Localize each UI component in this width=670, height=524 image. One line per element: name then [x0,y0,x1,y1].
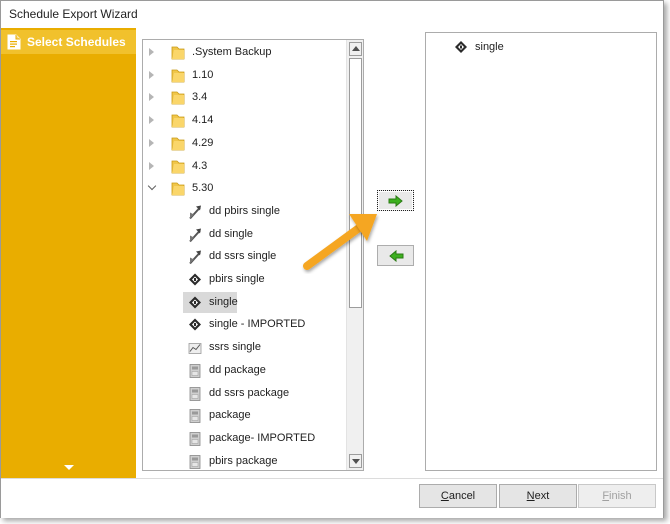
wizard-sidebar: Select Schedules [1,28,136,478]
window-title: Schedule Export Wizard [9,7,138,21]
tree-folder-label: 3.4 [192,91,208,104]
list-item-label: single [475,41,504,53]
collapse-icon[interactable] [147,181,157,191]
data-driven-schedule-icon [189,250,201,265]
folder-icon [171,114,185,128]
tree-schedule-row[interactable]: single - IMPORTED [143,314,343,336]
tree-schedule-label: single - IMPORTED [209,318,306,331]
folder-icon [171,182,185,196]
scroll-up-button[interactable] [349,42,362,56]
tree-folder-row[interactable]: 4.3 [143,156,343,178]
tree-folder-row[interactable]: .System Backup [143,42,343,64]
tree-folder-row[interactable]: 1.10 [143,65,343,87]
tree-schedule-label: pbirs package [209,454,278,467]
tree-schedule-label: package [209,409,251,422]
single-schedule-icon [189,296,201,309]
package-icon [189,363,201,378]
tree-schedule-row[interactable]: single [143,291,343,314]
tree-folder-label: 4.3 [192,159,208,172]
title-bar: Schedule Export Wizard [1,1,663,27]
arrow-left-icon [389,250,404,262]
folder-icon [171,69,185,83]
package-icon [189,409,201,424]
tree-folder-label: 4.29 [192,136,214,149]
package-icon [189,431,201,446]
expand-icon[interactable] [149,70,154,79]
tree-schedule-row[interactable]: dd package [143,360,343,382]
tree-schedule-label: pbirs single [209,273,265,285]
tree-folder-row[interactable]: 5.30 [143,178,343,200]
tree-schedule-label: ssrs single [209,341,261,354]
tree-schedule-row[interactable]: package- IMPORTED [143,428,343,450]
tree-schedule-label: package- IMPORTED [209,431,316,444]
tree-schedule-row[interactable]: dd ssrs package [143,383,343,405]
folder-icon [171,46,185,60]
wizard-window: Schedule Export Wizard Select Schedules … [0,0,664,518]
arrow-right-icon [388,195,403,207]
tree-schedule-label: dd package [209,363,266,376]
tree-folder-row[interactable]: 4.29 [143,133,343,155]
next-button[interactable]: Next [499,484,577,508]
tree-schedule-label: dd ssrs package [209,386,290,399]
package-icon [189,454,201,469]
folder-icon [171,91,185,105]
folder-icon [171,160,185,173]
tree-schedule-label: dd single [209,227,254,240]
data-driven-schedule-icon [189,228,201,242]
tree-schedule-row[interactable]: ssrs single [143,337,343,359]
expand-icon[interactable] [149,93,154,102]
tree-schedule-label: dd pbirs single [209,204,280,217]
cancel-button[interactable]: Cancel [419,484,497,508]
callout-arrow-icon [303,214,377,270]
tree-folder-label: 1.10 [192,68,214,81]
selected-schedules-list[interactable]: single [425,32,657,471]
tree-schedule-row[interactable]: pbirs package [143,451,343,470]
expand-icon[interactable] [149,138,154,147]
data-driven-schedule-icon [189,205,201,220]
expand-icon[interactable] [149,48,154,56]
tree-folder-label: .System Backup [192,46,272,58]
expand-icon[interactable] [149,161,154,170]
folder-icon [171,137,185,151]
single-schedule-icon [189,318,201,331]
finish-button: Finish [578,484,656,508]
chevron-down-icon[interactable] [64,465,74,470]
tree-folder-label: 5.30 [192,182,214,195]
scroll-down-button[interactable] [349,454,362,468]
package-icon [189,386,201,401]
tree-schedule-label: dd ssrs single [209,250,277,263]
ssrs-schedule-icon [188,343,202,354]
tree-folder-label: 4.14 [192,114,214,127]
sidebar-item-label: Select Schedules [27,35,126,49]
document-icon [7,34,21,50]
single-schedule-icon [189,273,201,286]
expand-icon[interactable] [149,116,154,125]
single-schedule-icon [455,41,467,53]
tree-folder-row[interactable]: 3.4 [143,87,343,109]
tree-folder-row[interactable]: 4.14 [143,110,343,132]
tree-schedule-label: single [209,295,238,308]
tree-schedule-row[interactable]: package [143,405,343,427]
sidebar-item-select-schedules[interactable]: Select Schedules [1,30,136,54]
